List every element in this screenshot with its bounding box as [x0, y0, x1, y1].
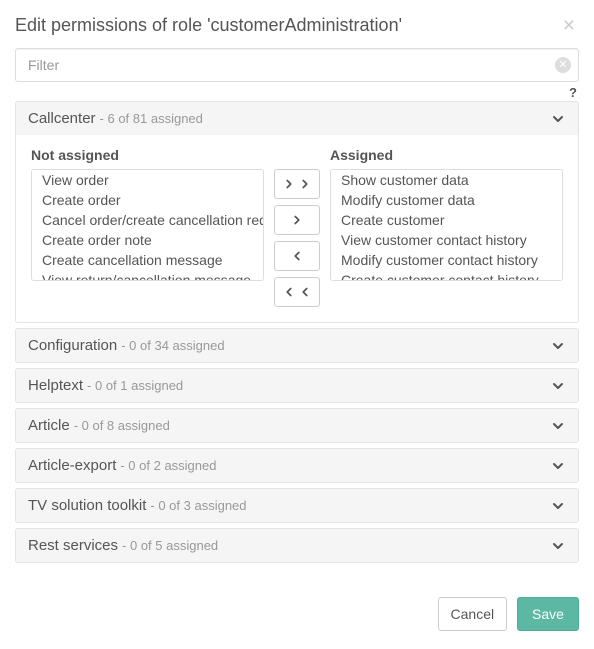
not-assigned-list[interactable]: View orderCreate orderCancel order/creat…	[31, 169, 264, 281]
chevron-down-icon	[550, 418, 566, 434]
chevron-down-icon	[550, 458, 566, 474]
list-item[interactable]: Create customer contact history	[331, 270, 562, 281]
section-title: Helptext	[28, 377, 83, 394]
dialog-header: Edit permissions of role 'customerAdmini…	[0, 0, 594, 48]
double-chevron-right-icon	[282, 177, 312, 191]
section-info: - 0 of 1 assigned	[87, 378, 183, 393]
section-rest-services: Rest services - 0 of 5 assigned	[15, 528, 579, 563]
dual-list: Not assigned View orderCreate orderCancel…	[31, 147, 563, 307]
chevron-down-icon	[550, 498, 566, 514]
section-article: Article - 0 of 8 assigned	[15, 408, 579, 443]
close-icon: ✕	[558, 59, 567, 71]
chevron-down-icon	[550, 338, 566, 354]
list-item[interactable]: Modify customer contact history	[331, 250, 562, 270]
section-title: Rest services	[28, 537, 118, 554]
section-callcenter: Callcenter - 6 of 81 assigned Not assigne…	[15, 101, 579, 323]
list-item[interactable]: View order	[32, 170, 263, 190]
cancel-button[interactable]: Cancel	[438, 597, 508, 631]
list-item[interactable]: Create cancellation message	[32, 250, 263, 270]
section-article-export: Article-export - 0 of 2 assigned	[15, 448, 579, 483]
save-button[interactable]: Save	[517, 597, 579, 631]
section-header-configuration[interactable]: Configuration - 0 of 34 assigned	[16, 329, 578, 362]
section-title: Article	[28, 417, 70, 434]
section-title: Callcenter	[28, 110, 96, 127]
close-button[interactable]: ×	[559, 15, 579, 36]
list-item[interactable]: Show customer data	[331, 170, 562, 190]
edit-permissions-dialog: Edit permissions of role 'customerAdmini…	[0, 0, 594, 649]
list-item[interactable]: View customer contact history	[331, 230, 562, 250]
list-item[interactable]: Create order note	[32, 230, 263, 250]
section-header-tv-toolkit[interactable]: TV solution toolkit - 0 of 3 assigned	[16, 489, 578, 522]
filter-row: ✕	[15, 48, 579, 82]
assigned-column: AssignedShow customer dataModify custome…	[330, 147, 563, 281]
assign-button[interactable]	[274, 205, 320, 235]
section-title: TV solution toolkit	[28, 497, 146, 514]
unassign-button[interactable]	[274, 241, 320, 271]
list-item[interactable]: Create customer	[331, 210, 562, 230]
clear-filter-button[interactable]: ✕	[555, 57, 571, 73]
section-info: - 0 of 8 assigned	[74, 418, 170, 433]
section-header-callcenter[interactable]: Callcenter - 6 of 81 assigned	[16, 102, 578, 135]
section-title: Configuration	[28, 337, 117, 354]
chevron-left-icon	[290, 249, 304, 263]
permission-sections: Callcenter - 6 of 81 assigned Not assigne…	[15, 101, 579, 563]
chevron-down-icon	[550, 111, 566, 127]
help-icon[interactable]: ?	[569, 85, 577, 100]
not-assigned-label: Not assigned	[31, 147, 264, 163]
double-chevron-left-icon	[282, 285, 312, 299]
section-tv-toolkit: TV solution toolkit - 0 of 3 assigned	[15, 488, 579, 523]
section-header-rest-services[interactable]: Rest services - 0 of 5 assigned	[16, 529, 578, 562]
assign-all-button[interactable]	[274, 169, 320, 199]
assigned-label: Assigned	[330, 147, 563, 163]
chevron-right-icon	[290, 213, 304, 227]
section-header-article[interactable]: Article - 0 of 8 assigned	[16, 409, 578, 442]
section-info: - 0 of 3 assigned	[150, 498, 246, 513]
section-header-article-export[interactable]: Article-export - 0 of 2 assigned	[16, 449, 578, 482]
section-configuration: Configuration - 0 of 34 assigned	[15, 328, 579, 363]
dialog-footer: Cancel Save	[0, 583, 594, 649]
section-info: - 6 of 81 assigned	[100, 111, 203, 126]
section-body-callcenter: Not assigned View orderCreate orderCancel…	[16, 135, 578, 322]
transfer-controls	[274, 147, 320, 307]
list-item[interactable]: Modify customer data	[331, 190, 562, 210]
not-assigned-column: Not assigned View orderCreate orderCancel…	[31, 147, 264, 281]
section-info: - 0 of 34 assigned	[121, 338, 224, 353]
list-item[interactable]: Create order	[32, 190, 263, 210]
filter-input[interactable]	[15, 48, 579, 82]
assigned-list[interactable]: Show customer dataModify customer dataCr…	[330, 169, 563, 281]
dialog-title: Edit permissions of role 'customerAdmini…	[15, 15, 559, 36]
section-info: - 0 of 2 assigned	[120, 458, 216, 473]
section-info: - 0 of 5 assigned	[122, 538, 218, 553]
chevron-down-icon	[550, 538, 566, 554]
section-header-helptext[interactable]: Helptext - 0 of 1 assigned	[16, 369, 578, 402]
section-helptext: Helptext - 0 of 1 assigned	[15, 368, 579, 403]
list-item[interactable]: Cancel order/create cancellation request	[32, 210, 263, 230]
dialog-body: ✕ ? Callcenter - 6 of 81 assigned Not ass…	[0, 48, 594, 583]
section-title: Article-export	[28, 457, 116, 474]
chevron-down-icon	[550, 378, 566, 394]
list-item[interactable]: View return/cancellation message	[32, 270, 263, 281]
help-row: ?	[15, 86, 577, 99]
unassign-all-button[interactable]	[274, 277, 320, 307]
